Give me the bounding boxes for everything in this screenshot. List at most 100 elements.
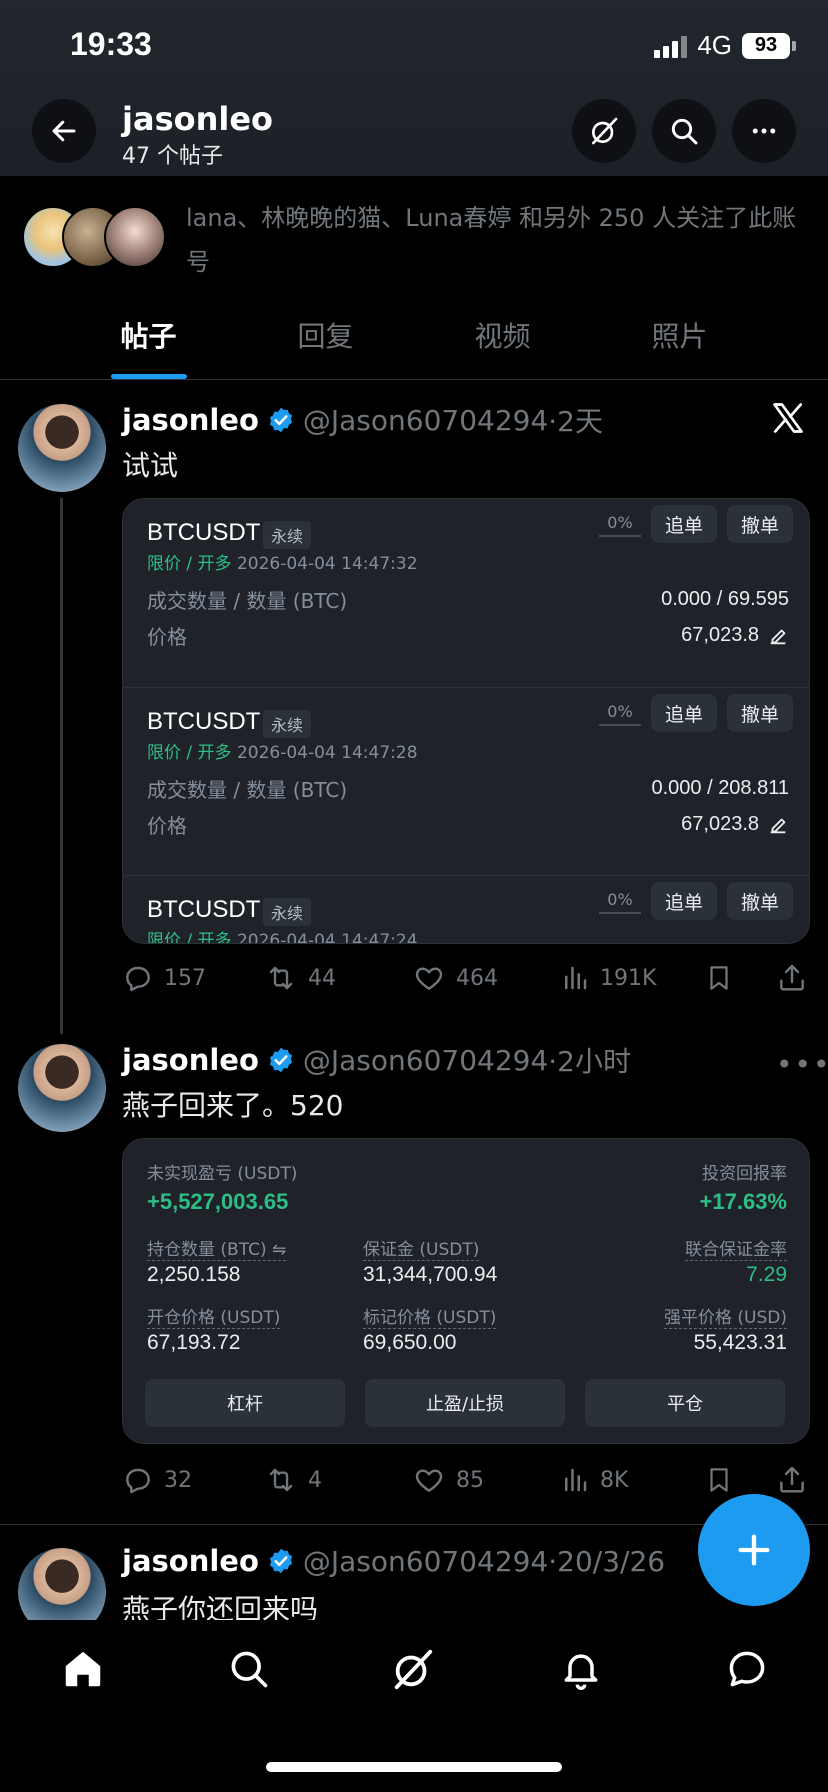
order-qty-row: 成交数量 / 数量 (BTC) 0.000 / 208.811: [147, 777, 789, 802]
order-price-row: 价格 67,023.8: [147, 621, 789, 650]
bookmark-button[interactable]: [704, 1464, 734, 1496]
reply-count: 32: [164, 1467, 192, 1493]
post-handle[interactable]: @Jason60704294: [303, 1044, 548, 1077]
grok-icon: [394, 1649, 433, 1690]
nav-search[interactable]: [224, 1644, 274, 1694]
bookmark-button[interactable]: [704, 962, 734, 994]
reply-button[interactable]: 157: [122, 962, 206, 994]
reply-icon: [126, 1468, 150, 1494]
avatar[interactable]: [18, 1044, 106, 1132]
compose-button[interactable]: [698, 1494, 810, 1606]
like-icon: [415, 1469, 443, 1492]
messages-icon: [729, 1651, 765, 1687]
order-item: BTCUSDT 永续 限价 / 开多 2026-04-04 14:47:32 0…: [123, 499, 809, 687]
order-tag: 永续: [263, 898, 312, 926]
like-count: 464: [456, 965, 498, 991]
cancel-order-button[interactable]: 撤单: [727, 882, 794, 920]
verified-icon: [269, 407, 292, 433]
tab-videos[interactable]: 视频: [414, 300, 591, 379]
margin-label: 保证金 (USDT): [363, 1235, 480, 1261]
back-button[interactable]: [32, 99, 96, 163]
nav-messages[interactable]: [722, 1644, 772, 1694]
avatar[interactable]: [18, 404, 106, 492]
order-subtitle: 限价 / 开多 2026-04-04 14:47:24: [147, 931, 418, 944]
order-fill-bar: [599, 912, 641, 914]
tab-photos[interactable]: 照片: [591, 300, 768, 379]
position-size-label: 持仓数量 (BTC) ⇋: [147, 1235, 287, 1261]
margin-ratio-value: 7.29: [746, 1263, 787, 1286]
post-actions: 157 44 464 191K: [122, 958, 812, 998]
follower-avatars[interactable]: [22, 206, 172, 272]
reply-button[interactable]: 32: [122, 1464, 192, 1496]
search-button[interactable]: [652, 99, 716, 163]
post-time: ·2小时: [548, 1045, 631, 1078]
order-fill-percent: 0%: [607, 702, 633, 721]
post-author-name[interactable]: jasonleo: [122, 1043, 259, 1077]
margin-ratio-label: 联合保证金率: [685, 1235, 787, 1261]
like-button[interactable]: 85: [412, 1464, 484, 1496]
repost-count: 4: [308, 1467, 322, 1493]
order-subtitle: 限价 / 开多 2026-04-04 14:47:28: [147, 743, 418, 763]
order-subtitle: 限价 / 开多 2026-04-04 14:47:32: [147, 554, 418, 574]
order-symbol: BTCUSDT: [147, 708, 261, 735]
share-button[interactable]: [776, 962, 808, 994]
liquidation-price-label: 强平价格 (USD): [664, 1303, 787, 1329]
views-icon: [565, 1468, 587, 1492]
order-symbol: BTCUSDT: [147, 896, 261, 923]
cancel-order-button[interactable]: 撤单: [727, 694, 794, 732]
like-button[interactable]: 464: [412, 962, 498, 994]
repost-icon: [269, 966, 293, 990]
views-icon: [565, 966, 587, 990]
post-author-name[interactable]: jasonleo: [122, 1544, 259, 1578]
order-card: BTCUSDT 永续 限价 / 开多 2026-04-04 14:47:32 0…: [122, 498, 810, 944]
order-fill-percent: 0%: [607, 513, 633, 532]
bookmark-icon: [710, 966, 728, 990]
tab-replies[interactable]: 回复: [237, 300, 414, 379]
leverage-button[interactable]: 杠杆: [145, 1379, 345, 1427]
post-text: 燕子回来了。520: [122, 1089, 344, 1122]
chase-button[interactable]: 追单: [651, 694, 718, 732]
views-button[interactable]: 191K: [560, 962, 656, 994]
signal-icon: [654, 34, 688, 58]
post-handle[interactable]: @Jason60704294: [303, 1545, 548, 1578]
post-header: jasonleo @Jason60704294 ·2小时: [122, 1040, 631, 1080]
network-type: 4G: [697, 30, 732, 60]
more-button[interactable]: [732, 99, 796, 163]
post-actions: 32 4 85 8K: [122, 1460, 812, 1500]
back-arrow-icon: [52, 120, 76, 142]
repost-count: 44: [308, 965, 336, 991]
order-qty-row: 成交数量 / 数量 (BTC) 0.000 / 69.595: [147, 588, 789, 613]
grok-button[interactable]: [572, 99, 636, 163]
nav-home[interactable]: [58, 1644, 108, 1694]
mark-price-label: 标记价格 (USDT): [363, 1303, 497, 1329]
close-position-button[interactable]: 平仓: [585, 1379, 785, 1427]
tab-posts[interactable]: 帖子: [60, 300, 237, 379]
verified-icon: [269, 1548, 292, 1574]
post-handle[interactable]: @Jason60704294: [303, 404, 548, 437]
repost-button[interactable]: 4: [264, 1464, 322, 1496]
x-logo-icon: [773, 403, 803, 433]
reply-count: 157: [164, 965, 206, 991]
order-tag: 永续: [263, 521, 312, 549]
post-author-name[interactable]: jasonleo: [122, 403, 259, 437]
share-icon: [780, 964, 804, 991]
grok-icon: [592, 117, 618, 145]
chase-button[interactable]: 追单: [651, 882, 718, 920]
entry-price-value: 67,193.72: [147, 1331, 241, 1354]
followers-you-know[interactable]: lana、林晚晚的猫、Luna春婷 和另外 250 人关注了此账号: [186, 196, 806, 284]
post-count: 47 个帖子: [122, 144, 223, 169]
post-more-icon[interactable]: •••: [776, 1048, 828, 1081]
share-button[interactable]: [776, 1464, 808, 1496]
order-tag: 永续: [263, 710, 312, 738]
thread-line: [60, 498, 63, 1034]
chase-button[interactable]: 追单: [651, 505, 718, 543]
views-button[interactable]: 8K: [560, 1464, 628, 1496]
nav-grok[interactable]: [388, 1644, 438, 1694]
nav-notifications[interactable]: [556, 1644, 606, 1694]
position-size-value: 2,250.158: [147, 1263, 241, 1286]
repost-button[interactable]: 44: [264, 962, 336, 994]
cancel-order-button[interactable]: 撤单: [727, 505, 794, 543]
battery-icon: 93: [742, 32, 796, 59]
tpsl-button[interactable]: 止盈/止损: [365, 1379, 565, 1427]
post-time: ·20/3/26: [548, 1544, 666, 1578]
